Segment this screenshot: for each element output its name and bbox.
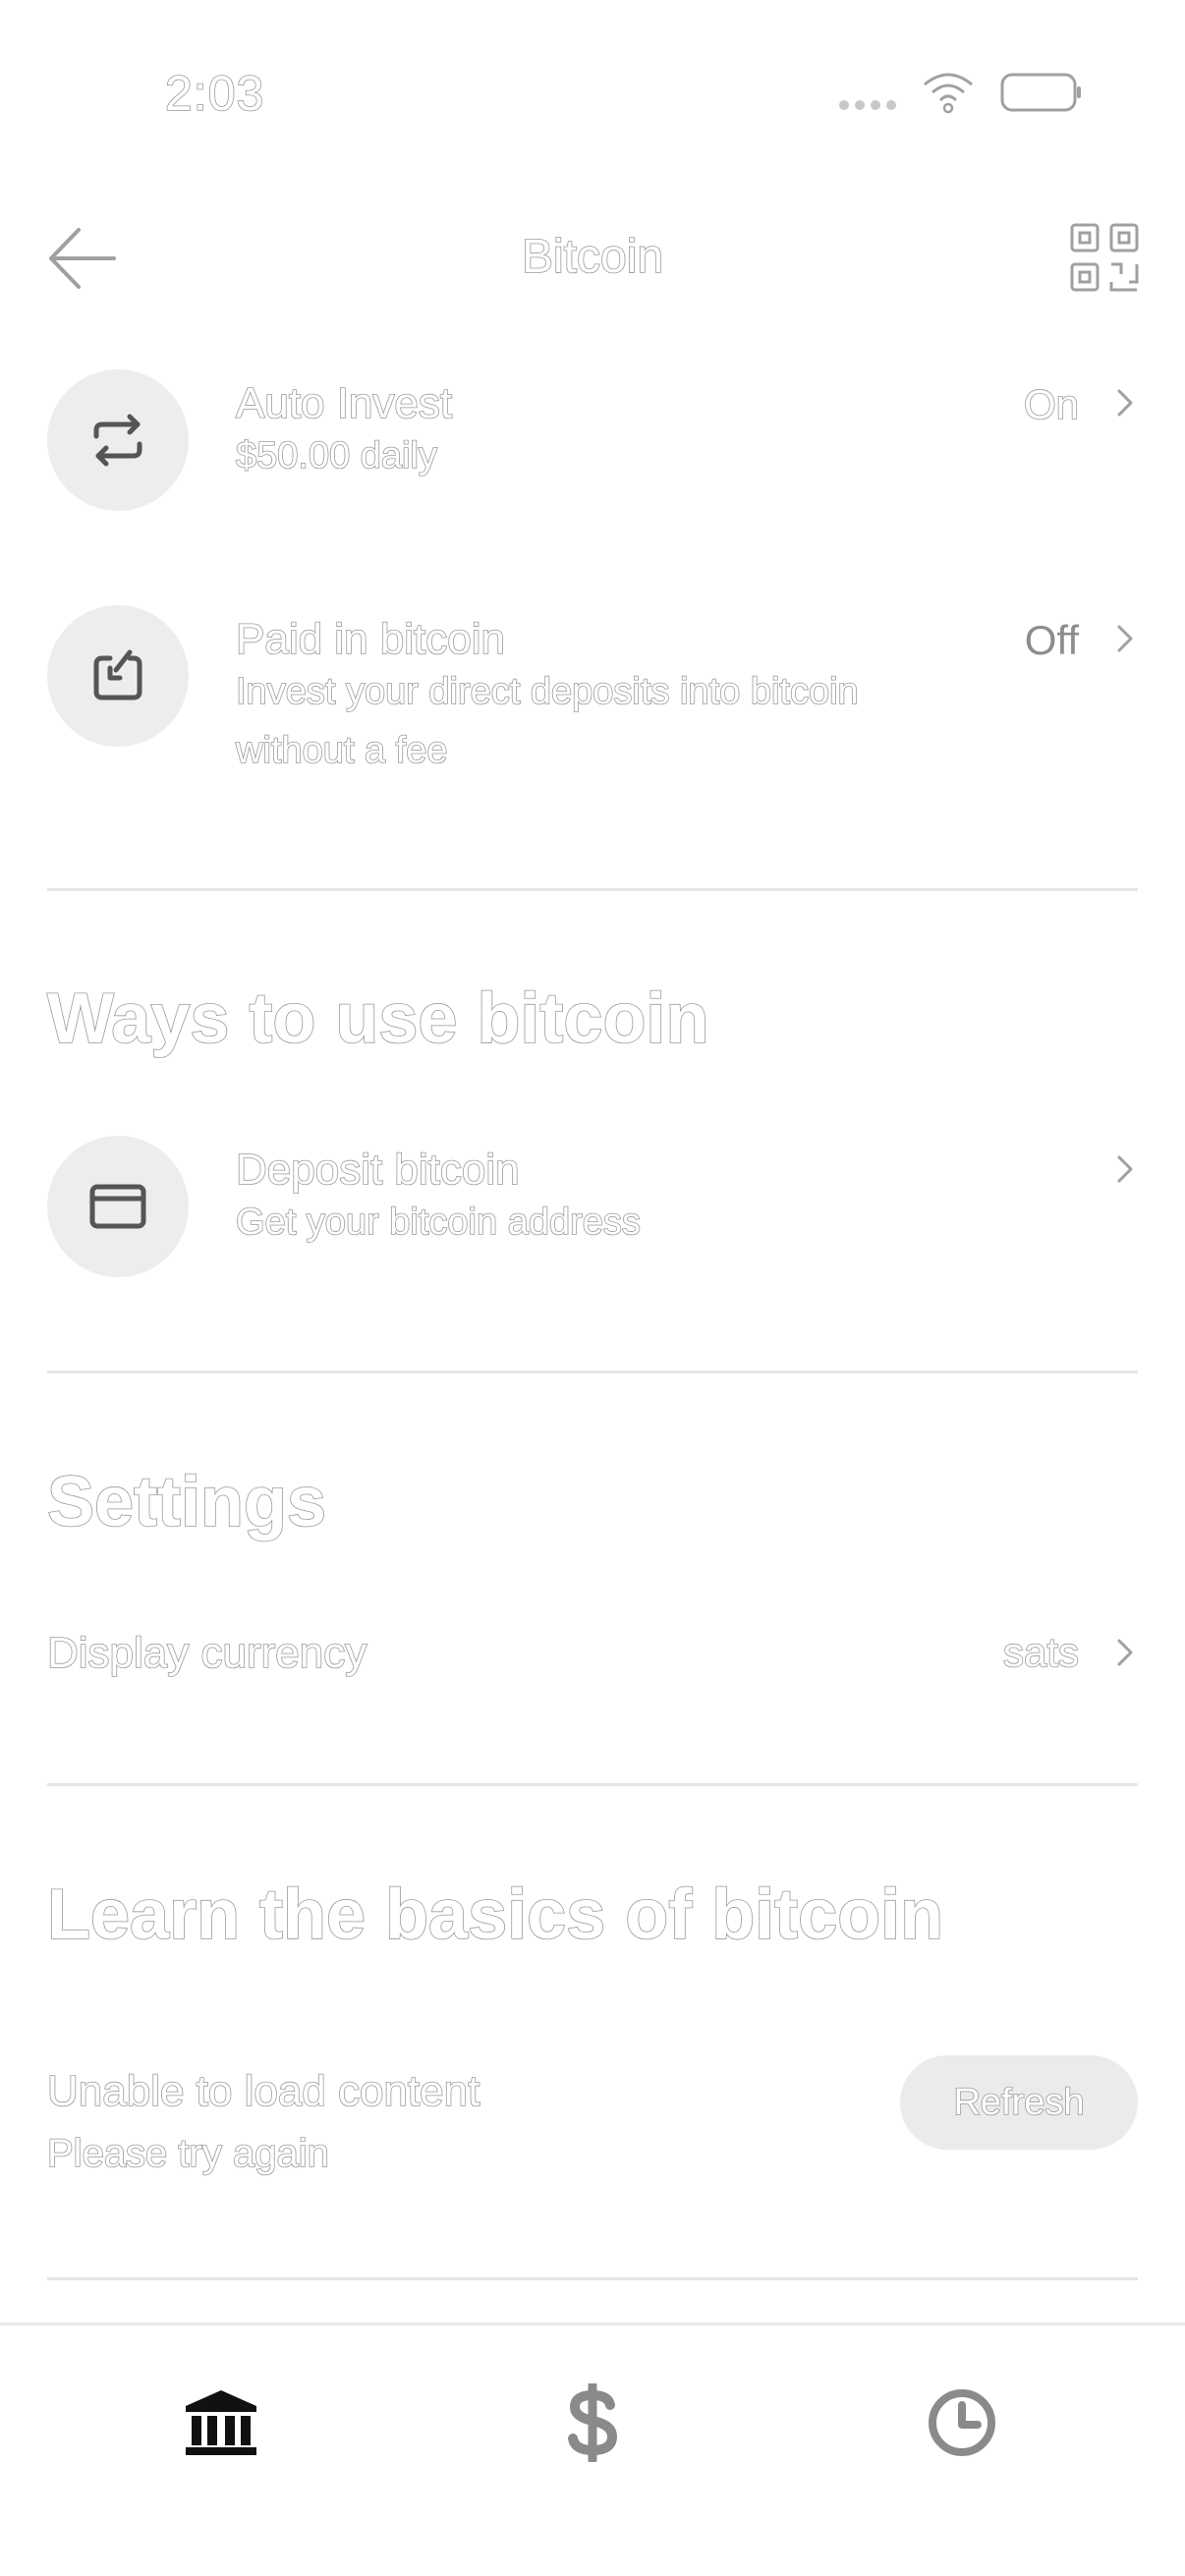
display-currency-value: sats bbox=[1002, 1628, 1080, 1676]
wifi-icon bbox=[924, 73, 973, 114]
auto-invest-status: On bbox=[1023, 380, 1080, 428]
bottom-nav bbox=[0, 2323, 1185, 2576]
refresh-label: Refresh bbox=[953, 2081, 1086, 2124]
deposit-bitcoin-title: Deposit bitcoin bbox=[235, 1145, 520, 1195]
paid-in-bitcoin-title: Paid in bitcoin bbox=[235, 614, 506, 664]
ways-section-heading: Ways to use bitcoin bbox=[46, 979, 709, 1059]
settings-section-heading: Settings bbox=[46, 1462, 327, 1542]
signal-icon bbox=[839, 100, 896, 110]
refresh-button[interactable]: Refresh bbox=[900, 2055, 1138, 2150]
qr-code-icon[interactable] bbox=[1069, 222, 1140, 293]
paid-in-bitcoin-subtitle-2: without a fee bbox=[235, 729, 448, 772]
nav-bank[interactable] bbox=[167, 2369, 275, 2477]
learn-section-heading: Learn the basics of bitcoin bbox=[46, 1875, 944, 1955]
chevron-right-icon bbox=[1117, 389, 1133, 417]
paid-in-bitcoin-status: Off bbox=[1024, 617, 1079, 663]
paid-in-bitcoin-subtitle-1: Invest your direct deposits into bitcoin bbox=[235, 670, 859, 713]
divider bbox=[47, 1371, 1138, 1373]
paid-in-bitcoin-icon-circle bbox=[47, 605, 189, 747]
error-subtitle: Please try again bbox=[46, 2131, 329, 2176]
status-time: 2:03 bbox=[164, 65, 265, 122]
divider bbox=[47, 1783, 1138, 1786]
clock-icon bbox=[929, 2389, 995, 2456]
chevron-right-icon bbox=[1117, 1639, 1133, 1666]
card-icon bbox=[89, 1184, 146, 1229]
battery-icon bbox=[1000, 73, 1081, 112]
paid-in-bitcoin-row[interactable]: Paid in bitcoin Invest your direct depos… bbox=[47, 605, 1138, 802]
deposit-bitcoin-subtitle: Get your bitcoin address bbox=[235, 1201, 641, 1244]
chevron-right-icon bbox=[1117, 625, 1133, 652]
divider bbox=[47, 2277, 1138, 2280]
deposit-arrow-icon bbox=[93, 649, 142, 700]
dollar-icon bbox=[568, 2383, 618, 2462]
chevron-right-icon bbox=[1117, 1155, 1133, 1183]
display-currency-row[interactable]: Display currency sats bbox=[46, 1623, 1138, 1692]
nav-dollar[interactable] bbox=[538, 2369, 647, 2477]
error-title: Unable to load content bbox=[46, 2066, 480, 2116]
repeat-icon bbox=[93, 414, 142, 467]
nav-activity[interactable] bbox=[908, 2369, 1016, 2477]
status-icons bbox=[839, 71, 1083, 114]
bank-icon bbox=[186, 2390, 256, 2455]
deposit-bitcoin-row[interactable]: Deposit bitcoin Get your bitcoin address bbox=[47, 1136, 1138, 1277]
page-title: Bitcoin bbox=[521, 230, 664, 284]
header: Bitcoin bbox=[0, 187, 1185, 334]
auto-invest-title: Auto Invest bbox=[235, 378, 453, 428]
auto-invest-icon-circle bbox=[47, 369, 189, 511]
divider bbox=[47, 888, 1138, 891]
deposit-bitcoin-icon-circle bbox=[47, 1136, 189, 1277]
auto-invest-row[interactable]: Auto Invest $50.00 daily On bbox=[47, 369, 1138, 511]
auto-invest-subtitle: $50.00 daily bbox=[235, 434, 438, 477]
display-currency-label: Display currency bbox=[46, 1628, 367, 1678]
status-bar: 2:03 bbox=[0, 0, 1185, 187]
